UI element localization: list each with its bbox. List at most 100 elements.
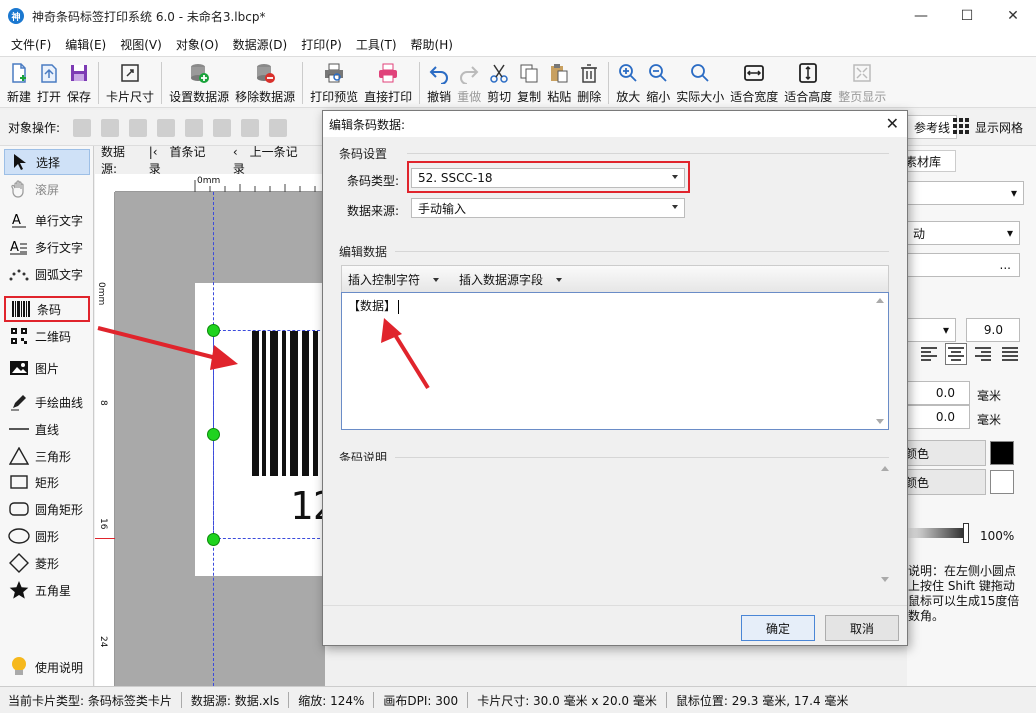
resize-handle-bottom-left[interactable] [207, 533, 220, 546]
opacity-slider-thumb[interactable] [963, 523, 969, 543]
set-datasource-button[interactable]: 设置数据源 [166, 57, 232, 107]
open-button[interactable]: 打开 [34, 57, 64, 107]
save-button[interactable]: 保存 [64, 57, 94, 107]
data-source-select[interactable]: 手动输入 [411, 198, 685, 218]
font-size-input[interactable]: 9.0 [966, 318, 1020, 342]
insert-control-char-button[interactable]: 插入控制字符 [348, 271, 449, 288]
background-color-swatch[interactable] [990, 470, 1014, 494]
actual-size-button[interactable]: 实际大小 [673, 57, 727, 107]
background-color-button[interactable]: 颜色 [900, 469, 986, 495]
menu-help[interactable]: 帮助(H) [404, 36, 460, 53]
layer-top-icon[interactable] [101, 118, 120, 137]
align-justify-icon[interactable] [999, 343, 1021, 365]
layer-bottom-icon[interactable] [157, 118, 176, 137]
selection-box[interactable] [213, 330, 325, 539]
insert-datasource-field-button[interactable]: 插入数据源字段 [459, 271, 572, 288]
new-button[interactable]: 新建 [4, 57, 34, 107]
tool-arc-text[interactable]: 圆弧文字 [4, 261, 90, 287]
tool-line[interactable]: 直线 [4, 416, 90, 442]
tool-qrcode[interactable]: 二维码 [4, 323, 90, 349]
foreground-color-button[interactable]: 颜色 [900, 440, 986, 466]
foreground-color-swatch[interactable] [990, 441, 1014, 465]
undo-button[interactable]: 撤销 [424, 57, 454, 107]
editor-scrollbar[interactable] [873, 294, 887, 428]
description-scrollbar[interactable] [878, 462, 892, 586]
fit-height-button[interactable]: 适合高度 [781, 57, 835, 107]
opacity-slider[interactable] [908, 528, 968, 538]
minimize-button[interactable]: — [898, 0, 944, 32]
tool-single-text[interactable]: A 单行文字 [4, 207, 90, 233]
align-right-icon[interactable] [972, 343, 994, 365]
property-dropdown-1[interactable]: ▾ [906, 181, 1024, 205]
ok-button[interactable]: 确定 [741, 615, 815, 641]
fit-width-button[interactable]: 适合宽度 [727, 57, 781, 107]
tool-image[interactable]: 图片 [4, 355, 90, 381]
redo-label: 重做 [457, 90, 482, 104]
tool-select[interactable]: 选择 [4, 149, 90, 175]
tool-freehand[interactable]: 手绘曲线 [4, 389, 90, 415]
chevron-down-icon [556, 278, 563, 282]
menu-datasource[interactable]: 数据源(D) [226, 36, 295, 53]
save-label: 保存 [67, 90, 92, 104]
redo-button[interactable]: 重做 [454, 57, 484, 107]
menu-object[interactable]: 对象(O) [169, 36, 226, 53]
background-color-label: 颜色 [905, 475, 930, 490]
direct-print-button[interactable]: 直接打印 [361, 57, 415, 107]
tool-scroll[interactable]: 滚屏 [4, 176, 90, 202]
first-record-button[interactable]: |‹ 首条记录 [149, 143, 225, 177]
copy-button[interactable]: 复制 [514, 57, 544, 107]
tool-image-label: 图片 [35, 361, 60, 376]
align-top-icon[interactable] [269, 118, 288, 137]
layer-down-icon[interactable] [129, 118, 148, 137]
align-center-icon[interactable] [213, 118, 232, 137]
resize-handle-top-left[interactable] [207, 324, 220, 337]
zoom-out-button[interactable]: 缩小 [643, 57, 673, 107]
tool-multi-text[interactable]: A 多行文字 [4, 234, 90, 260]
reference-line-button[interactable]: 参考线 [907, 115, 958, 139]
full-page-button[interactable]: 整页显示 [835, 57, 889, 107]
show-grid-toggle[interactable]: 显示网格 [952, 115, 1023, 139]
tool-circle[interactable]: 圆形 [4, 523, 90, 549]
close-icon[interactable]: ✕ [886, 114, 899, 133]
prev-record-label: 上一条记录 [232, 145, 298, 176]
close-button[interactable]: ✕ [990, 0, 1036, 32]
menu-file[interactable]: 文件(F) [4, 36, 58, 53]
font-name-select[interactable]: ▾ [906, 318, 956, 342]
tool-triangle[interactable]: 三角形 [4, 443, 90, 469]
maximize-button[interactable]: ☐ [944, 0, 990, 32]
align-left-icon[interactable] [185, 118, 204, 137]
offset-x-input[interactable]: 0.0 [906, 381, 970, 405]
menu-view[interactable]: 视图(V) [113, 36, 169, 53]
property-browse-field[interactable]: ... [906, 253, 1020, 277]
paste-button[interactable]: 粘贴 [544, 57, 574, 107]
zoom-in-button[interactable]: 放大 [613, 57, 643, 107]
tool-diamond[interactable]: 菱形 [4, 550, 90, 576]
align-left-icon[interactable] [918, 343, 940, 365]
offset-y-input[interactable]: 0.0 [906, 405, 970, 429]
paste-label: 粘贴 [547, 90, 572, 104]
help-button[interactable]: 使用说明 [4, 654, 90, 680]
tool-barcode[interactable]: 条码 [4, 296, 90, 322]
delete-button[interactable]: 删除 [574, 57, 604, 107]
align-right-icon[interactable] [241, 118, 260, 137]
hand-icon [8, 178, 30, 200]
tool-star[interactable]: 五角星 [4, 577, 90, 603]
property-dropdown-2[interactable]: 动 ▾ [906, 221, 1020, 245]
menu-tools[interactable]: 工具(T) [349, 36, 404, 53]
prev-record-button[interactable]: ‹ 上一条记录 [233, 143, 317, 177]
menu-print[interactable]: 打印(P) [294, 36, 349, 53]
cancel-button[interactable]: 取消 [825, 615, 899, 641]
align-center-icon[interactable] [945, 343, 967, 365]
resize-handle-mid-left[interactable] [207, 428, 220, 441]
fit-width-icon [742, 61, 766, 85]
remove-datasource-button[interactable]: 移除数据源 [232, 57, 298, 107]
card-size-button[interactable]: 卡片尺寸 [103, 57, 157, 107]
menu-edit[interactable]: 编辑(E) [58, 36, 113, 53]
tab-material-library[interactable]: 素材库 [900, 150, 956, 172]
barcode-data-editor[interactable]: 【数据】 [341, 292, 889, 430]
tool-round-rect[interactable]: 圆角矩形 [4, 496, 90, 522]
cut-button[interactable]: 剪切 [484, 57, 514, 107]
layer-up-icon[interactable] [73, 118, 92, 137]
tool-rectangle[interactable]: 矩形 [4, 469, 90, 495]
print-preview-button[interactable]: 打印预览 [307, 57, 361, 107]
